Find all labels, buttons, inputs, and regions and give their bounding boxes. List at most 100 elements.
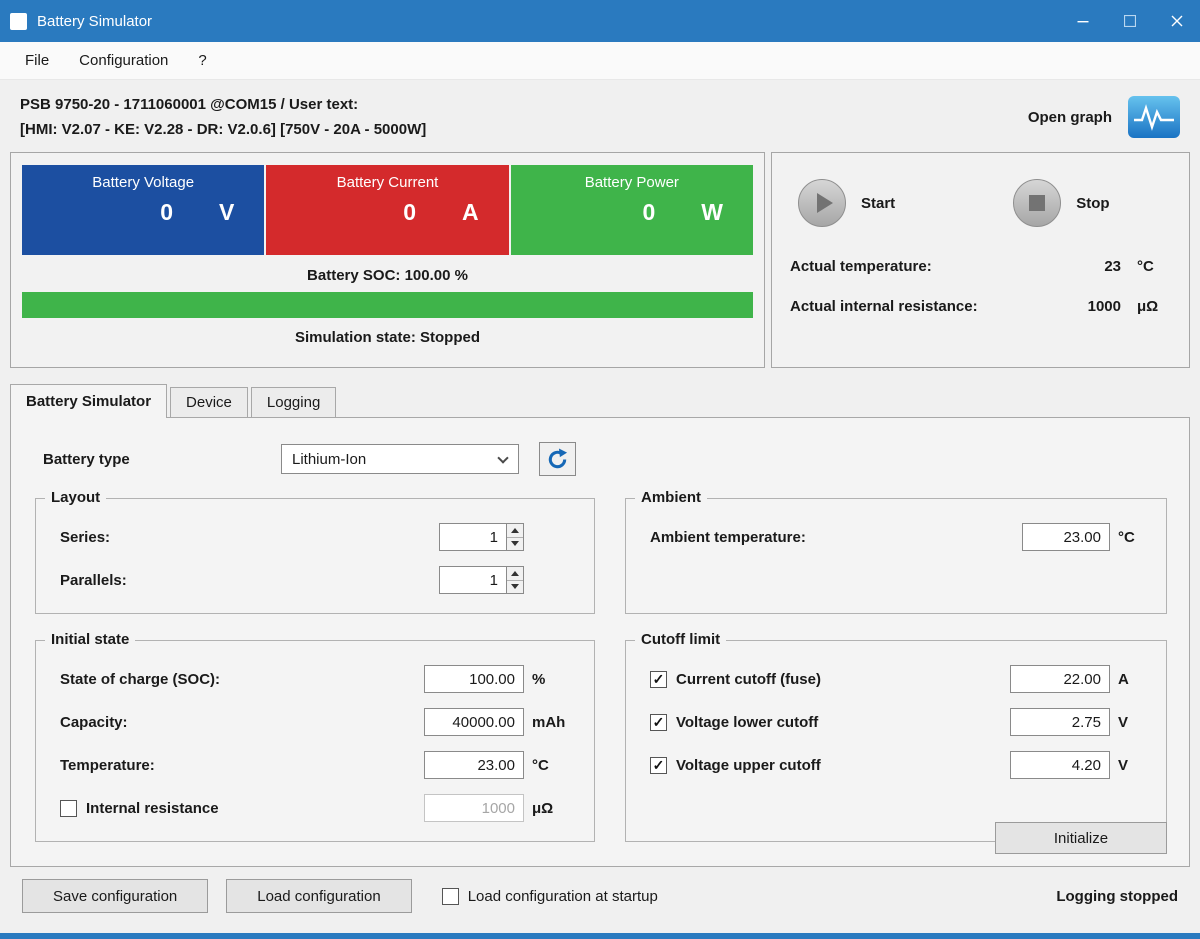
stop-button[interactable]: Stop	[1013, 179, 1110, 227]
window-bottom-border	[0, 933, 1200, 939]
soc-progress-bar	[22, 292, 753, 318]
minimize-button[interactable]	[1059, 0, 1106, 42]
voltage-lower-cutoff-row: Voltage lower cutoff V	[650, 708, 1148, 736]
load-configuration-at-startup[interactable]: Load configuration at startup	[441, 887, 658, 905]
series-row: Series:	[60, 523, 576, 551]
battery-simulator-tab-panel: Battery type Lithium-Ion Layout Series:	[10, 417, 1190, 867]
capacity-unit: mAh	[532, 713, 566, 731]
initial-state-group-title: Initial state	[45, 631, 136, 648]
device-info-line2: [HMI: V2.07 - KE: V2.28 - DR: V2.0.6] [7…	[20, 121, 427, 138]
maximize-button[interactable]	[1106, 0, 1153, 42]
current-cutoff-unit: A	[1118, 670, 1129, 688]
current-cutoff-checkbox[interactable]	[650, 670, 667, 688]
battery-current-value: 0	[403, 199, 417, 225]
ambient-temperature-row: Ambient temperature: °C	[650, 523, 1148, 551]
cutoff-limit-group: Cutoff limit Current cutoff (fuse) A Vol…	[625, 631, 1167, 842]
voltage-lower-cutoff-checkbox[interactable]	[650, 713, 667, 731]
current-cutoff-input[interactable]	[1010, 665, 1110, 693]
battery-current-label: Battery Current	[336, 174, 439, 191]
battery-power-value: 0	[642, 199, 656, 225]
startup-checkbox[interactable]	[441, 887, 459, 905]
simulation-state-label: Simulation state: Stopped	[294, 329, 480, 346]
battery-power-meter: Battery Power 0 W	[510, 165, 753, 255]
voltage-upper-cutoff-checkbox[interactable]	[650, 756, 667, 774]
voltage-upper-cutoff-label: Voltage upper cutoff	[676, 756, 821, 774]
layout-group-title: Layout	[45, 489, 107, 506]
parallels-row: Parallels:	[60, 566, 576, 594]
tab-logging[interactable]: Logging	[250, 387, 337, 417]
menu-item-file[interactable]: File	[10, 43, 64, 78]
chevron-down-icon	[497, 452, 509, 464]
tab-device[interactable]: Device	[170, 387, 248, 417]
battery-type-value: Lithium-Ion	[292, 450, 367, 468]
temperature-row: Temperature: °C	[60, 751, 576, 779]
graph-icon	[1128, 96, 1180, 138]
load-configuration-button[interactable]: Load configuration	[226, 879, 412, 913]
series-stepper	[507, 523, 524, 551]
device-info-bar: PSB 9750-20 - 1711060001 @COM15 / User t…	[0, 80, 1200, 148]
stop-label: Stop	[1076, 194, 1110, 212]
tab-strip: Battery Simulator Device Logging	[10, 384, 1190, 418]
window-title: Battery Simulator	[37, 12, 153, 30]
refresh-icon	[548, 447, 568, 468]
spin-down-icon[interactable]	[507, 538, 523, 551]
title-bar: Battery Simulator	[0, 0, 1200, 42]
ambient-group: Ambient Ambient temperature: °C	[625, 489, 1167, 614]
ambient-temperature-label: Ambient temperature:	[650, 528, 806, 546]
internal-resistance-unit: μΩ	[532, 799, 554, 817]
initialize-button[interactable]: Initialize	[995, 822, 1167, 854]
capacity-label: Capacity:	[60, 713, 128, 731]
actual-temperature-unit: °C	[1137, 258, 1154, 275]
parallels-input[interactable]	[439, 566, 507, 594]
cutoff-limit-group-title: Cutoff limit	[635, 631, 727, 648]
voltage-lower-cutoff-input[interactable]	[1010, 708, 1110, 736]
ambient-temperature-input[interactable]	[1022, 523, 1110, 551]
control-panel: Start Stop Actual temperature: 23 °C Act…	[771, 152, 1190, 368]
save-configuration-button[interactable]: Save configuration	[22, 879, 209, 913]
close-button[interactable]	[1153, 0, 1200, 42]
menu-bar: File Configuration ?	[0, 42, 1200, 80]
soc-input[interactable]	[424, 665, 524, 693]
voltage-lower-cutoff-label: Voltage lower cutoff	[676, 713, 819, 731]
start-button[interactable]: Start	[798, 179, 895, 227]
capacity-input[interactable]	[424, 708, 524, 736]
open-graph-button[interactable]: Open graph	[1028, 96, 1180, 138]
parallels-stepper	[507, 566, 524, 594]
series-input[interactable]	[439, 523, 507, 551]
internal-resistance-checkbox[interactable]	[60, 799, 77, 817]
spin-up-icon[interactable]	[507, 524, 523, 538]
battery-soc-label: Battery SOC: 100.00 %	[307, 267, 468, 284]
soc-field-label: State of charge (SOC):	[60, 670, 221, 688]
battery-type-select[interactable]: Lithium-Ion	[281, 444, 519, 474]
temperature-input[interactable]	[424, 751, 524, 779]
capacity-row: Capacity: mAh	[60, 708, 576, 736]
actual-resistance-value: 1000	[1087, 298, 1121, 315]
startup-checkbox-label: Load configuration at startup	[467, 887, 658, 905]
current-cutoff-label: Current cutoff (fuse)	[676, 670, 821, 688]
voltage-upper-cutoff-row: Voltage upper cutoff V	[650, 751, 1148, 779]
battery-voltage-unit: V	[218, 199, 235, 225]
spin-up-icon[interactable]	[507, 567, 523, 581]
ambient-group-title: Ambient	[635, 489, 707, 506]
battery-power-unit: W	[701, 199, 723, 225]
refresh-button[interactable]	[539, 442, 576, 476]
device-info-line1: PSB 9750-20 - 1711060001 @COM15 / User t…	[20, 96, 359, 113]
actual-resistance-unit: μΩ	[1137, 298, 1159, 315]
menu-item-help[interactable]: ?	[183, 43, 221, 78]
layout-group: Layout Series: Parallels:	[35, 489, 595, 614]
internal-resistance-label: Internal resistance	[86, 799, 219, 817]
open-graph-label: Open graph	[1027, 108, 1112, 126]
ambient-temperature-unit: °C	[1118, 528, 1135, 546]
spin-down-icon[interactable]	[507, 581, 523, 594]
battery-type-label: Battery type	[43, 450, 130, 468]
parallels-label: Parallels:	[60, 571, 127, 589]
actual-resistance-label: Actual internal resistance:	[790, 298, 978, 315]
tab-battery-simulator[interactable]: Battery Simulator	[10, 384, 168, 418]
actual-temperature-value: 23	[1104, 258, 1121, 275]
voltage-upper-cutoff-input[interactable]	[1010, 751, 1110, 779]
voltage-upper-cutoff-unit: V	[1118, 756, 1129, 774]
menu-item-configuration[interactable]: Configuration	[64, 43, 183, 78]
voltage-lower-cutoff-unit: V	[1118, 713, 1129, 731]
soc-progress-fill	[22, 292, 753, 318]
battery-current-unit: A	[462, 199, 479, 225]
